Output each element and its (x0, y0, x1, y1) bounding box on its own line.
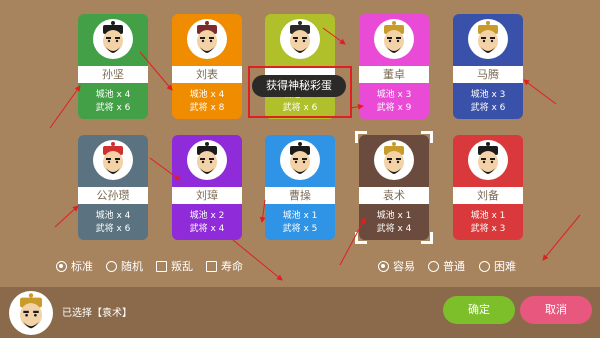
difficulty-option-label: 普通 (443, 260, 465, 273)
difficulty-option-label: 困难 (494, 260, 516, 273)
radio-unchecked-icon (479, 260, 490, 272)
selection-corner-icon (355, 232, 367, 244)
mode-option-standard[interactable]: 标准 (56, 259, 93, 273)
character-select-screen: 孙坚 城池 x 4 武将 x 6 刘表 城池 x 4 武将 x 8 城池 x 3… (0, 0, 600, 338)
general-count: 武将 x 3 (470, 224, 506, 234)
character-card-ma-teng[interactable]: 马腾 城池 x 3 武将 x 6 (453, 14, 523, 119)
checkbox-unchecked-icon (156, 260, 167, 272)
general-count: 武将 x 8 (189, 103, 225, 113)
character-card-liu-bei[interactable]: 刘备 城池 x 1 武将 x 3 (453, 135, 523, 240)
general-count: 武将 x 5 (282, 224, 318, 234)
general-count: 武将 x 4 (376, 224, 412, 234)
character-name: 袁术 (359, 187, 429, 204)
character-card-cao-cao[interactable]: 曹操 城池 x 1 武将 x 5 (265, 135, 335, 240)
character-card-sun-jian[interactable]: 孙坚 城池 x 4 武将 x 6 (78, 14, 148, 119)
general-count: 武将 x 6 (95, 224, 131, 234)
character-name: 刘璋 (172, 187, 242, 204)
city-count: 城池 x 1 (470, 211, 506, 221)
general-portrait-icon (374, 19, 414, 59)
general-portrait-icon (187, 140, 227, 180)
selection-corner-icon (421, 232, 433, 244)
annotation-arrow (49, 85, 81, 129)
mode-option-label: 叛乱 (171, 260, 193, 273)
radio-checked-icon (378, 260, 389, 272)
annotation-arrow (542, 214, 581, 261)
confirm-button[interactable]: 确定 (443, 296, 515, 324)
city-count: 城池 x 1 (282, 211, 318, 221)
city-count: 城池 x 1 (376, 211, 412, 221)
general-portrait-icon (187, 19, 227, 59)
cancel-button[interactable]: 取消 (520, 296, 592, 324)
checkbox-unchecked-icon (206, 260, 217, 272)
selection-corner-icon (355, 131, 367, 143)
character-name: 刘表 (172, 66, 242, 83)
radio-unchecked-icon (106, 260, 117, 272)
general-portrait-icon (374, 140, 414, 180)
mode-option-rebellion[interactable]: 叛乱 (156, 259, 193, 273)
city-count: 城池 x 2 (189, 211, 225, 221)
general-portrait-icon (280, 140, 320, 180)
mode-option-label: 标准 (71, 260, 93, 273)
mode-option-label: 随机 (121, 260, 143, 273)
city-count: 城池 x 3 (376, 90, 412, 100)
annotation-highlight-box (248, 66, 352, 118)
general-portrait-icon (93, 19, 133, 59)
difficulty-option-easy[interactable]: 容易 (378, 259, 415, 273)
general-count: 武将 x 6 (470, 103, 506, 113)
selected-general-avatar-icon (9, 291, 53, 335)
general-portrait-icon (468, 19, 508, 59)
selected-character-text: 已选择【袁术】 (62, 308, 132, 319)
general-portrait-icon (93, 140, 133, 180)
general-count: 武将 x 9 (376, 103, 412, 113)
mode-option-label: 寿命 (221, 260, 243, 273)
city-count: 城池 x 3 (470, 90, 506, 100)
mode-option-lifespan[interactable]: 寿命 (206, 259, 243, 273)
character-card-dong-zhuo[interactable]: 董卓 城池 x 3 武将 x 9 (359, 14, 429, 119)
character-name: 马腾 (453, 66, 523, 83)
character-card-yuan-shu[interactable]: 袁术 城池 x 1 武将 x 4 (359, 135, 429, 240)
difficulty-option-hard[interactable]: 困难 (479, 259, 516, 273)
city-count: 城池 x 4 (95, 90, 131, 100)
city-count: 城池 x 4 (95, 211, 131, 221)
character-card-liu-biao[interactable]: 刘表 城池 x 4 武将 x 8 (172, 14, 242, 119)
character-name: 董卓 (359, 66, 429, 83)
character-name: 曹操 (265, 187, 335, 204)
annotation-arrow (523, 79, 557, 105)
radio-checked-icon (56, 260, 67, 272)
general-count: 武将 x 6 (95, 103, 131, 113)
character-name: 孙坚 (78, 66, 148, 83)
character-name: 刘备 (453, 187, 523, 204)
annotation-arrow (54, 205, 79, 228)
mode-option-random[interactable]: 随机 (106, 259, 143, 273)
character-name: 公孙瓒 (78, 187, 148, 204)
general-count: 武将 x 4 (189, 224, 225, 234)
character-card-liu-zhang[interactable]: 刘璋 城池 x 2 武将 x 4 (172, 135, 242, 240)
radio-unchecked-icon (428, 260, 439, 272)
general-portrait-icon (468, 140, 508, 180)
difficulty-option-label: 容易 (393, 260, 415, 273)
difficulty-option-normal[interactable]: 普通 (428, 259, 465, 273)
selection-corner-icon (421, 131, 433, 143)
character-card-gongsun-zan[interactable]: 公孙瓒 城池 x 4 武将 x 6 (78, 135, 148, 240)
city-count: 城池 x 4 (189, 90, 225, 100)
general-portrait-icon (280, 19, 320, 59)
